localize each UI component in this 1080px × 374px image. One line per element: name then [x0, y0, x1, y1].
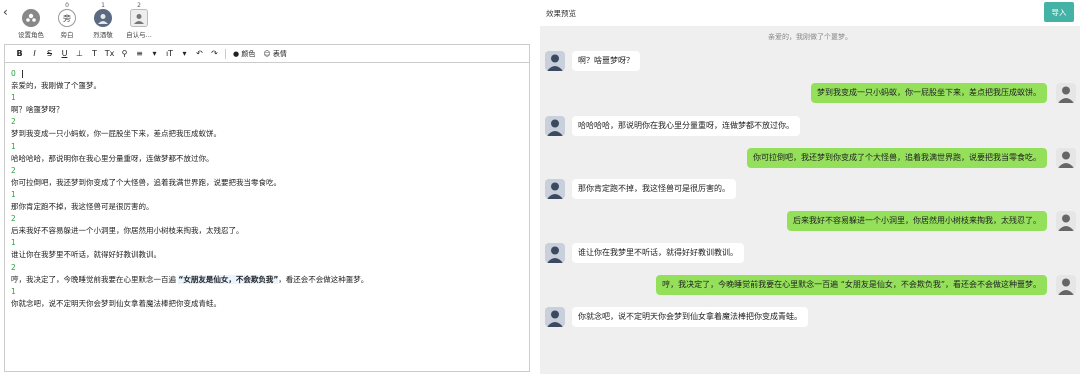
subscript-button[interactable]: ⊥: [72, 49, 87, 58]
chat-message: 那你肯定跑不掉，我这怪兽可是很厉害的。: [545, 179, 736, 199]
line-role-number: 2: [11, 214, 16, 224]
toolbar-divider: [225, 48, 226, 59]
avatar-icon: [545, 116, 565, 136]
avatar-icon: [1056, 211, 1076, 231]
strikethrough-button[interactable]: S: [42, 49, 57, 58]
emoji-label: 表情: [272, 49, 287, 58]
role-count: 0: [65, 2, 69, 9]
clear-format-button[interactable]: Tx: [102, 49, 117, 58]
role-ziren[interactable]: 2 自认与...: [122, 2, 156, 42]
narrator-avatar: 旁: [58, 9, 76, 27]
line-role-number: 1: [11, 141, 16, 151]
role-name: 设置角色: [18, 31, 44, 39]
underline-button[interactable]: U: [57, 49, 72, 58]
narration-line: 亲爱的，我刚做了个噩梦。: [768, 33, 852, 41]
align-dropdown-icon[interactable]: ▾: [147, 49, 162, 58]
line-role-number: 2: [11, 262, 16, 272]
editor-toolbar: B I S U ⊥ T Tx ⚲ ≡ ▾ ıT ▾ ↶ ↷ ● 颜色 ☺ 表情: [5, 45, 529, 63]
line-text: 那你肯定跑不掉，我这怪兽可是很厉害的。: [11, 202, 154, 212]
avatar-icon: [1056, 275, 1076, 295]
chat-message: 你可拉倒吧，我还梦到你变成了个大怪兽，追着我满世界跑，说要把我当零食吃。: [747, 148, 1076, 168]
role-name: 烈酒敬: [93, 31, 113, 39]
role-count: 2: [137, 2, 141, 9]
line-role-number: 1: [11, 189, 16, 199]
chat-message: 啊？啥噩梦呀？: [545, 51, 640, 71]
preview-title: 效果预览: [546, 8, 576, 18]
chat-bubble: 谁让你在我梦里不听话，就得好好教训教训。: [572, 243, 744, 263]
line-role-number: 2: [11, 117, 16, 127]
color-label: 颜色: [241, 49, 256, 58]
line-text: 你可拉倒吧，我还梦到你变成了个大怪兽，追着我满世界跑，说要把我当零食吃。: [11, 177, 281, 187]
avatar-icon: [1056, 148, 1076, 168]
chat-message: 后来我好不容易躲进一个小洞里，你居然用小树枝来掏我，太残忍了。: [787, 211, 1076, 231]
chat-message: 哼，我决定了，今晚睡觉前我要在心里默念一百遍 “女朋友是仙女，不会欺负我”，看还…: [656, 275, 1076, 295]
avatar-icon: [1056, 83, 1076, 103]
avatar-icon: [545, 179, 565, 199]
highlighted-quote: “女朋友是仙女，不会欺负我”: [178, 274, 279, 284]
avatar-icon: [94, 9, 112, 27]
script-editor[interactable]: B I S U ⊥ T Tx ⚲ ≡ ▾ ıT ▾ ↶ ↷ ● 颜色 ☺ 表情 …: [4, 44, 530, 372]
chat-message: 谁让你在我梦里不听话，就得好好教训教训。: [545, 243, 744, 263]
smiley-icon: ☺: [263, 49, 271, 58]
line-text: 谁让你在我梦里不听话，就得好好教训教训。: [11, 250, 161, 260]
line-text: 啊？啥噩梦呀？: [11, 105, 64, 115]
role-narrator[interactable]: 0 旁 旁白: [50, 2, 84, 42]
line-role-number: 1: [11, 286, 16, 296]
line-text: 哈哈哈哈，那说明你在我心里分量重呀，连做梦都不放过你。: [11, 153, 214, 163]
avatar-icon: [130, 9, 148, 27]
chat-bubble: 啊？啥噩梦呀？: [572, 51, 640, 71]
line-role-number: 1: [11, 238, 16, 248]
role-bar: 设置角色 0 旁 旁白 1 烈酒敬 2 自认与...: [14, 2, 156, 42]
align-button[interactable]: ≡: [132, 49, 147, 58]
line-text: 哼，我决定了，今晚睡觉前我要在心里默念一百遍 “女朋友是仙女，不会欺负我”，看还…: [11, 274, 523, 286]
emoji-button[interactable]: ☺ 表情: [263, 49, 287, 59]
chat-bubble: 哼，我决定了，今晚睡觉前我要在心里默念一百遍 “女朋友是仙女，不会欺负我”，看还…: [656, 275, 1047, 295]
line-text: 后来我好不容易躲进一个小洞里，你居然用小树枝来掏我，太残忍了。: [11, 226, 244, 236]
preview-header: 效果预览: [540, 0, 1080, 26]
chat-bubble: 你可拉倒吧，我还梦到你变成了个大怪兽，追着我满世界跑，说要把我当零食吃。: [747, 148, 1047, 168]
line-role-number: 2: [11, 165, 16, 175]
color-button[interactable]: ● 颜色: [233, 49, 255, 59]
bold-button[interactable]: B: [12, 49, 27, 58]
palette-icon: ●: [233, 49, 240, 58]
line-text: 亲爱的，我刚做了个噩梦。: [11, 81, 101, 91]
line-role-number: 0: [11, 68, 523, 80]
back-chevron-icon[interactable]: ‹: [3, 5, 8, 19]
chat-bubble: 那你肯定跑不掉，我这怪兽可是很厉害的。: [572, 179, 736, 199]
chat-message: 梦到我变成一只小蚂蚁，你一屁股坐下来，差点把我压成蚁饼。: [811, 83, 1076, 103]
role-set[interactable]: 设置角色: [14, 2, 48, 42]
editor-content[interactable]: 0 亲爱的，我刚做了个噩梦。 1 啊？啥噩梦呀？ 2 梦到我变成一只小蚂蚁，你一…: [5, 63, 529, 315]
chat-bubble: 后来我好不容易躲进一个小洞里，你居然用小树枝来掏我，太残忍了。: [787, 211, 1047, 231]
redo-icon[interactable]: ↷: [207, 49, 222, 58]
chat-bubble: 你就念吧，说不定明天你会梦到仙女拿着魔法棒把你变成青蛙。: [572, 307, 808, 327]
text-cursor: [21, 70, 23, 78]
people-icon: [22, 9, 40, 27]
text-style-button[interactable]: T: [87, 49, 102, 58]
chat-bubble: 梦到我变成一只小蚂蚁，你一屁股坐下来，差点把我压成蚁饼。: [811, 83, 1047, 103]
line-text-post: ，看还会不会做这种噩梦。: [278, 274, 369, 284]
role-count: 1: [101, 2, 105, 9]
font-size-button[interactable]: ıT: [162, 49, 177, 58]
role-liejiujing[interactable]: 1 烈酒敬: [86, 2, 120, 42]
role-name: 自认与...: [126, 31, 152, 39]
chat-bubble: 哈哈哈哈，那说明你在我心里分量重呀，连做梦都不放过你。: [572, 116, 800, 136]
role-number: 0: [11, 69, 16, 78]
chat-message: 你就念吧，说不定明天你会梦到仙女拿着魔法棒把你变成青蛙。: [545, 307, 808, 327]
avatar-icon: [545, 51, 565, 71]
avatar-icon: [545, 243, 565, 263]
chat-message: 哈哈哈哈，那说明你在我心里分量重呀，连做梦都不放过你。: [545, 116, 800, 136]
search-icon[interactable]: ⚲: [117, 49, 132, 58]
role-name: 旁白: [60, 31, 74, 39]
line-role-number: 1: [11, 93, 16, 103]
line-text: 你就念吧，说不定明天你会梦到仙女拿着魔法棒把你变成青蛙。: [11, 298, 221, 308]
preview-panel: 效果预览 导入 亲爱的，我刚做了个噩梦。 啊？啥噩梦呀？ 梦到我变成一只小蚂蚁，…: [540, 0, 1080, 374]
undo-icon[interactable]: ↶: [192, 49, 207, 58]
font-size-dropdown-icon[interactable]: ▾: [177, 49, 192, 58]
line-text: 梦到我变成一只小蚂蚁，你一屁股坐下来，差点把我压成蚁饼。: [11, 129, 221, 139]
avatar-icon: [545, 307, 565, 327]
import-button[interactable]: 导入: [1044, 2, 1074, 22]
line-text-pre: 哼，我决定了，今晚睡觉前我要在心里默念一百遍: [11, 274, 179, 284]
italic-button[interactable]: I: [27, 49, 42, 58]
